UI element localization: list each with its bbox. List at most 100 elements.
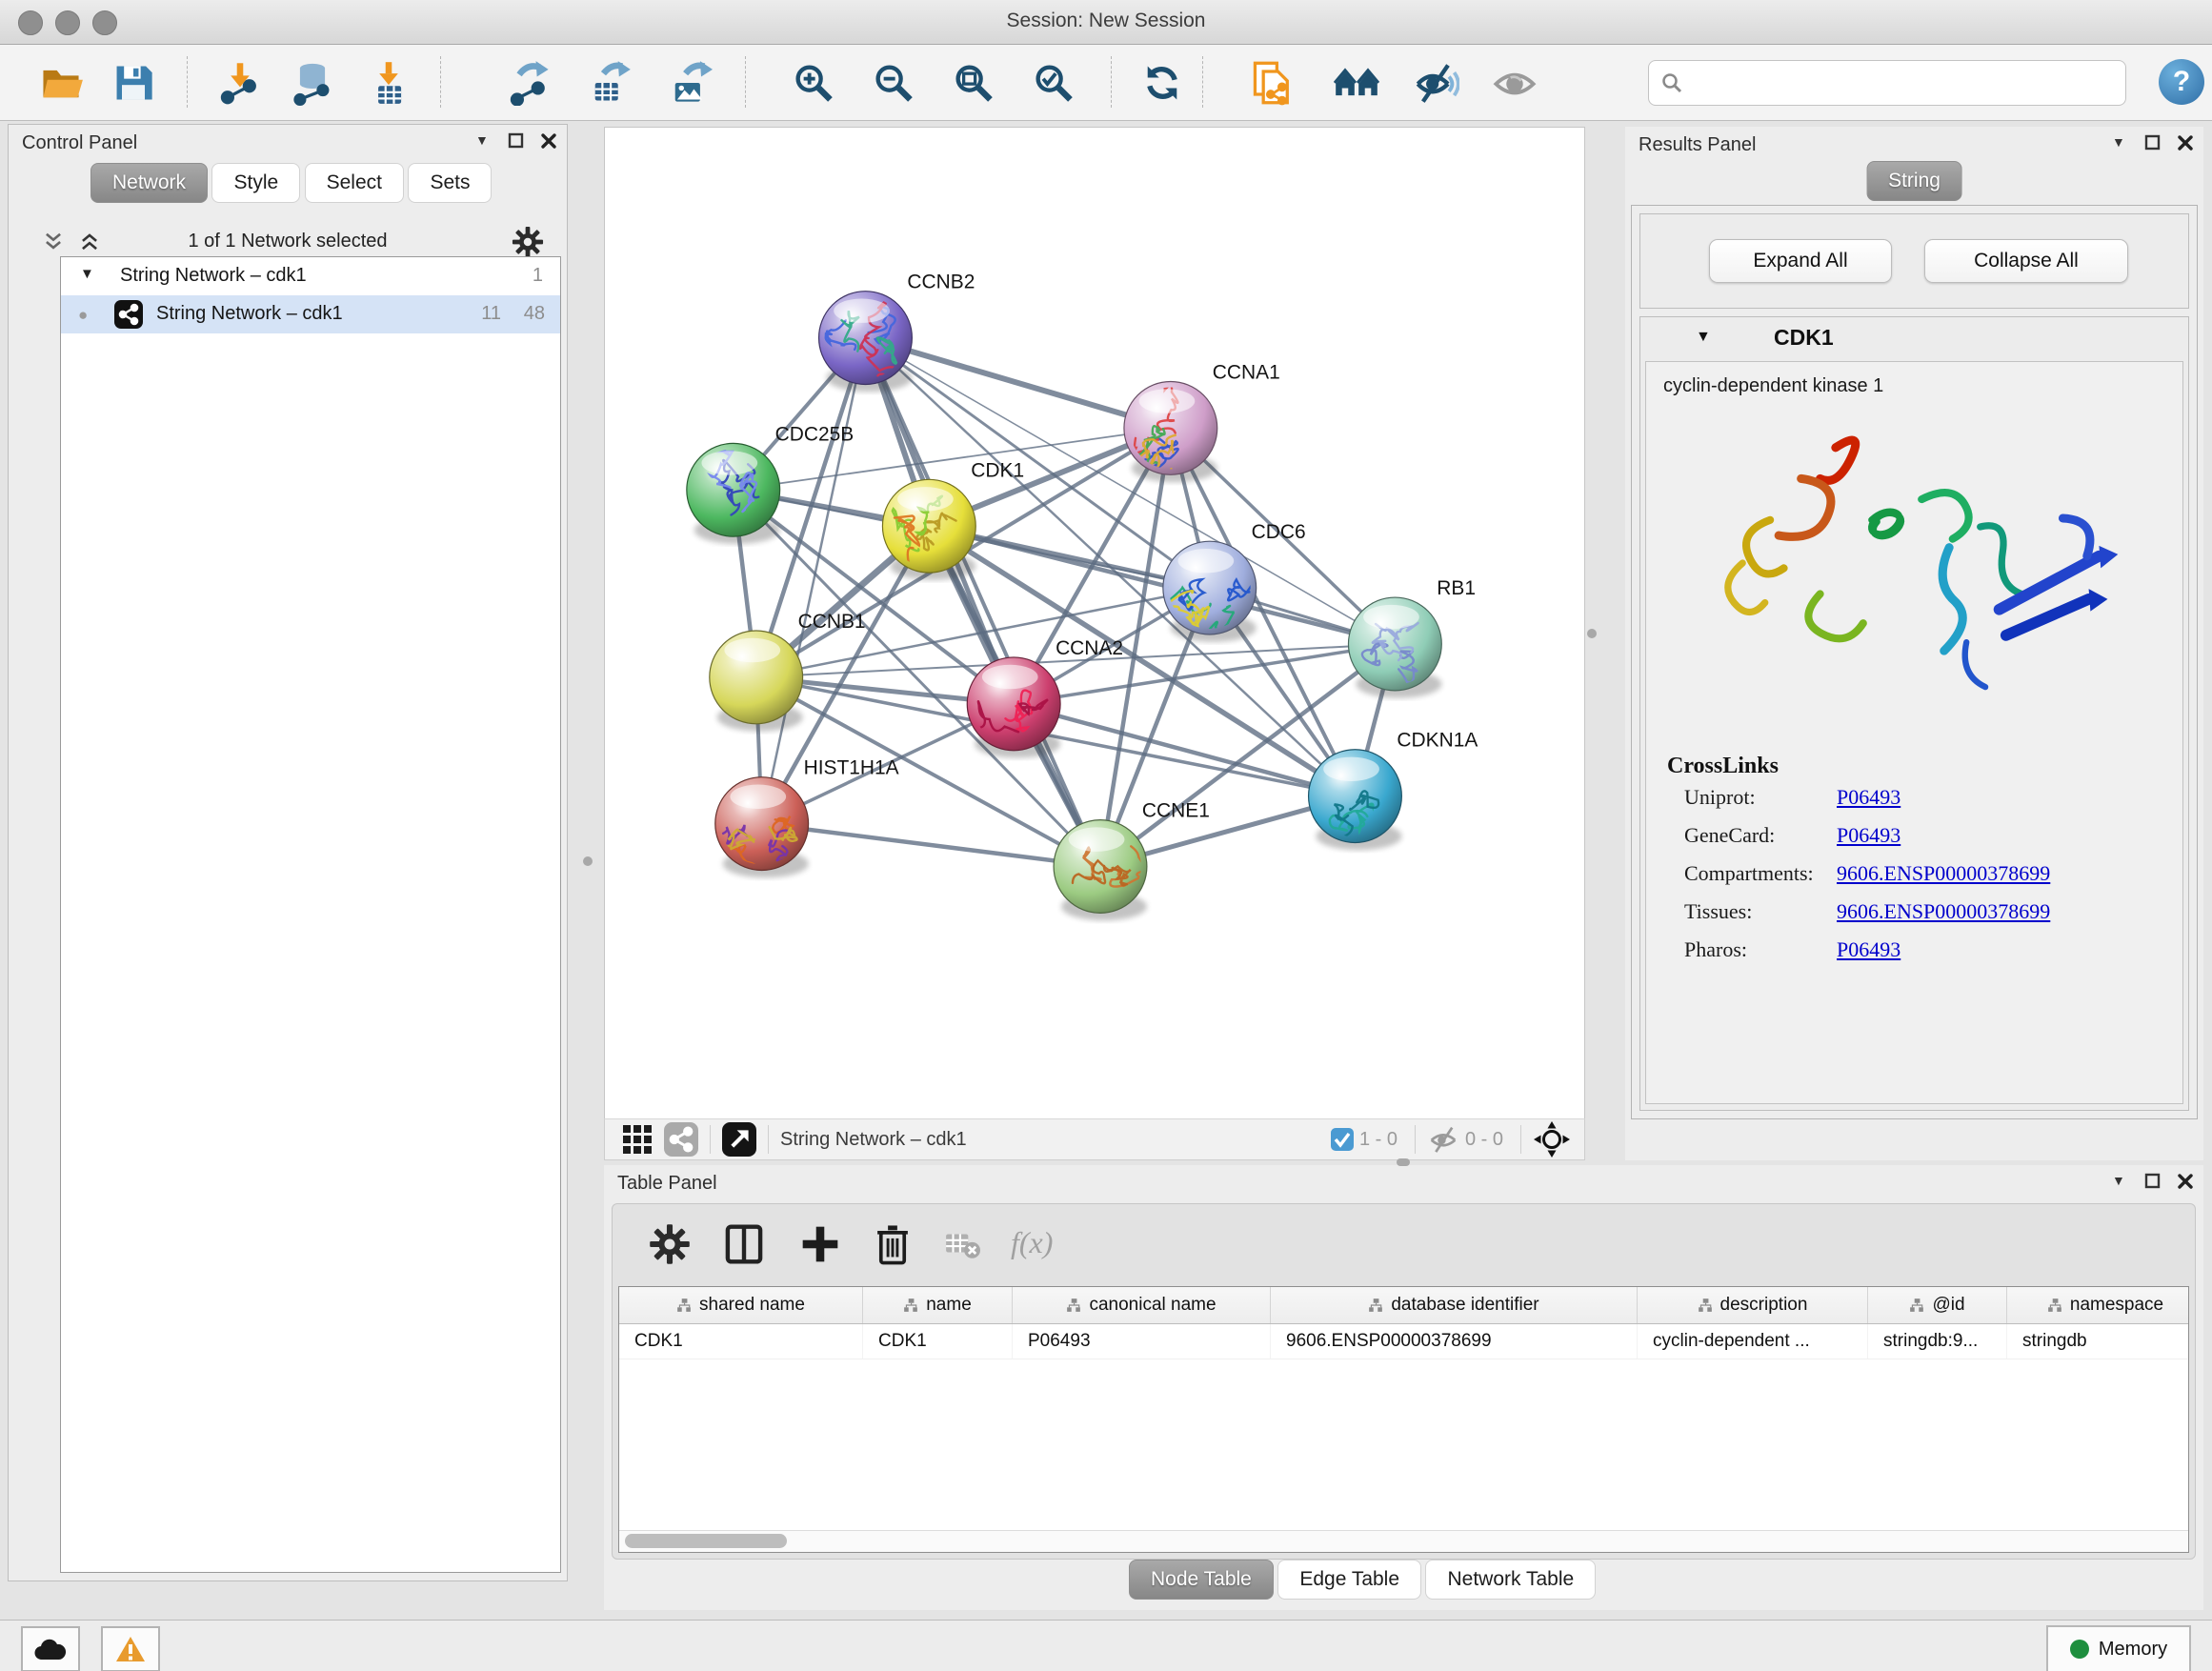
tab-edge-table[interactable]: Edge Table [1277, 1560, 1421, 1600]
import-network-file-icon[interactable] [217, 60, 263, 106]
panel-menu-icon[interactable]: ▼ [2112, 134, 2129, 151]
crosslink-link[interactable]: P06493 [1837, 937, 1900, 962]
tab-network[interactable]: Network [90, 163, 208, 203]
column-header-database-identifier[interactable]: database identifier [1271, 1287, 1638, 1323]
show-columns-icon[interactable] [723, 1223, 765, 1265]
crosslink-link[interactable]: P06493 [1837, 785, 1900, 810]
warnings-button[interactable] [101, 1626, 160, 1671]
hidden-eye-icon[interactable] [1427, 1123, 1459, 1156]
tab-node-table[interactable]: Node Table [1129, 1560, 1274, 1600]
open-file-icon[interactable] [1250, 60, 1296, 106]
network-edge[interactable] [929, 526, 1395, 644]
tab-select[interactable]: Select [305, 163, 404, 203]
column-header-namespace[interactable]: namespace [2007, 1287, 2189, 1323]
panel-menu-icon[interactable]: ▼ [2112, 1173, 2129, 1190]
vertical-splitter-handle[interactable] [583, 856, 593, 866]
vertical-splitter-handle[interactable] [1587, 629, 1597, 638]
crosshair-icon[interactable] [1533, 1120, 1571, 1158]
zoom-in-icon[interactable] [791, 60, 836, 106]
delete-column-icon[interactable] [872, 1223, 914, 1265]
import-table-file-icon[interactable] [366, 60, 412, 106]
network-view[interactable]: CCNB2CCNA1CDC25BCDK1CDC6RB1CCNB1CCNA2CDK… [604, 127, 1585, 1119]
show-hide-icon[interactable] [1414, 60, 1459, 106]
network-node[interactable] [1348, 597, 1441, 698]
table-cell[interactable]: CDK1 [863, 1324, 1013, 1359]
float-panel-icon[interactable] [2144, 134, 2162, 151]
network-collection-row[interactable]: ▼ String Network – cdk1 1 [61, 257, 560, 295]
horizontal-splitter-handle[interactable] [1397, 1158, 1410, 1166]
delete-table-icon[interactable] [944, 1223, 980, 1265]
network-share-icon[interactable] [664, 1122, 698, 1157]
eye-disabled-icon[interactable] [1492, 60, 1538, 106]
apply-function-icon: f(x) [1011, 1225, 1053, 1260]
column-header-name[interactable]: name [863, 1287, 1013, 1323]
table-cell[interactable]: stringdb:9... [1868, 1324, 2007, 1359]
close-panel-icon[interactable] [2177, 134, 2194, 151]
crosslink-link[interactable]: 9606.ENSP00000378699 [1837, 899, 2050, 924]
network-edge[interactable] [865, 338, 1170, 429]
table-row[interactable]: CDK1CDK1P064939606.ENSP00000378699cyclin… [619, 1324, 2188, 1359]
table-cell[interactable]: 9606.ENSP00000378699 [1271, 1324, 1638, 1359]
column-header-description[interactable]: description [1638, 1287, 1868, 1323]
tab-style[interactable]: Style [211, 163, 300, 203]
network-canvas[interactable]: CCNB2CCNA1CDC25BCDK1CDC6RB1CCNB1CCNA2CDK… [605, 128, 1582, 1117]
network-node[interactable] [710, 631, 803, 732]
column-header-canonical-name[interactable]: canonical name [1013, 1287, 1271, 1323]
crosslink-link[interactable]: 9606.ENSP00000378699 [1837, 861, 2050, 886]
scrollbar-thumb[interactable] [625, 1534, 787, 1548]
close-panel-icon[interactable] [2177, 1173, 2194, 1190]
refresh-view-icon[interactable] [1139, 60, 1185, 106]
gene-section-header[interactable]: ▼ CDK1 [1640, 317, 2188, 361]
tab-sets[interactable]: Sets [408, 163, 492, 203]
export-table-icon[interactable] [587, 60, 633, 106]
section-collapse-icon[interactable]: ▼ [1696, 329, 1711, 346]
table-cell[interactable]: stringdb [2007, 1324, 2189, 1359]
collapse-all-button[interactable]: Collapse All [1924, 239, 2128, 283]
network-node[interactable] [967, 657, 1060, 758]
add-column-icon[interactable] [799, 1223, 841, 1265]
help-icon[interactable]: ? [2159, 59, 2204, 105]
export-network-icon[interactable] [507, 60, 553, 106]
network-edge[interactable] [865, 338, 1100, 867]
network-options-gear-icon[interactable] [512, 226, 544, 258]
selected-checkbox-icon[interactable] [1331, 1128, 1354, 1151]
save-session-icon[interactable] [111, 60, 156, 106]
column-header--id[interactable]: @id [1868, 1287, 2007, 1323]
fit-content-icon[interactable] [951, 60, 996, 106]
node-label: CCNA1 [1213, 361, 1280, 383]
expand-all-button[interactable]: Expand All [1709, 239, 1892, 283]
memory-button[interactable]: Memory [2046, 1625, 2191, 1671]
tab-network-table[interactable]: Network Table [1425, 1560, 1596, 1600]
zoom-out-icon[interactable] [871, 60, 916, 106]
search-input[interactable] [1693, 65, 2116, 99]
network-node[interactable] [687, 443, 780, 544]
network-edge[interactable] [762, 824, 1100, 867]
table-cell[interactable]: P06493 [1013, 1324, 1271, 1359]
birds-eye-view-icon[interactable] [722, 1122, 756, 1157]
network-node[interactable] [1099, 376, 1217, 482]
network-node[interactable] [715, 777, 809, 878]
horizontal-scrollbar[interactable] [619, 1530, 2188, 1552]
zoom-selected-icon[interactable] [1031, 60, 1076, 106]
panel-menu-icon[interactable]: ▼ [475, 132, 493, 150]
network-node[interactable] [1309, 750, 1402, 856]
float-panel-icon[interactable] [508, 132, 525, 150]
import-network-database-icon[interactable] [290, 60, 335, 106]
network-node[interactable] [819, 292, 913, 393]
open-session-icon[interactable] [38, 60, 84, 106]
network-node[interactable] [1054, 820, 1149, 921]
table-cell[interactable]: CDK1 [619, 1324, 863, 1359]
column-header-shared-name[interactable]: shared name [619, 1287, 863, 1323]
first-neighbors-icon[interactable] [1334, 60, 1379, 106]
table-cell[interactable]: cyclin-dependent ... [1638, 1324, 1868, 1359]
close-panel-icon[interactable] [540, 132, 557, 150]
table-options-gear-icon[interactable] [649, 1223, 691, 1265]
grid-view-icon[interactable] [620, 1122, 654, 1157]
crosslink-link[interactable]: P06493 [1837, 823, 1900, 848]
tab-string[interactable]: String [1866, 161, 1962, 201]
float-panel-icon[interactable] [2144, 1173, 2162, 1190]
export-image-icon[interactable] [667, 60, 713, 106]
network-row[interactable]: ● String Network – cdk1 11 48 [61, 295, 560, 333]
cloud-button[interactable] [21, 1626, 80, 1671]
collapse-arrow-icon[interactable]: ▼ [80, 266, 94, 282]
